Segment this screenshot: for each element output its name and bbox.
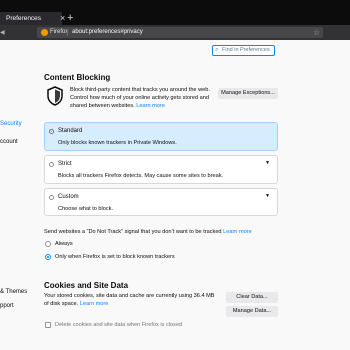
custom-subtitle: Choose what to block. xyxy=(58,206,114,212)
option-standard[interactable]: Standard Only blocks known trackers in P… xyxy=(44,122,278,151)
cookies-learn-more-link[interactable]: Learn more xyxy=(80,301,109,307)
dnt-always-radio[interactable] xyxy=(45,241,51,247)
sidebar-item-extensions-themes[interactable]: & Themes xyxy=(0,288,27,296)
dnt-always-label[interactable]: Always xyxy=(55,240,73,248)
dnt-prompt-text: Send websites a “Do Not Track” signal th… xyxy=(44,229,222,235)
chevron-down-icon[interactable]: ▼ xyxy=(265,160,270,167)
tab-title: Preferences xyxy=(6,15,42,22)
chevron-down-icon[interactable]: ▼ xyxy=(265,193,270,200)
sidebar-item-support[interactable]: pport xyxy=(0,302,14,310)
new-tab-button[interactable]: + xyxy=(67,13,73,24)
delete-on-close-checkbox[interactable] xyxy=(45,322,51,328)
option-strict[interactable]: Strict Blocks all trackers Firefox detec… xyxy=(44,155,278,184)
firefox-icon xyxy=(41,29,48,36)
strict-subtitle: Blocks all trackers Firefox detects. May… xyxy=(58,173,224,179)
shield-icon xyxy=(47,86,63,106)
manage-data-button[interactable]: Manage Data... xyxy=(226,306,278,317)
url-separator xyxy=(67,29,68,36)
dnt-known-trackers-radio[interactable] xyxy=(45,254,51,260)
standard-subtitle: Only blocks known trackers in Private Wi… xyxy=(58,140,177,146)
standard-title: Standard xyxy=(58,128,83,134)
url-text[interactable]: about:preferences#privacy xyxy=(72,28,143,37)
dnt-learn-more-link[interactable]: Learn more xyxy=(223,229,252,235)
content-blocking-learn-more-link[interactable]: Learn more xyxy=(136,103,165,109)
standard-radio[interactable] xyxy=(49,129,54,134)
custom-title: Custom xyxy=(58,194,79,200)
content-blocking-heading: Content Blocking xyxy=(44,73,111,82)
sidebar-item-sync-account[interactable]: ccount xyxy=(0,138,18,146)
search-icon: ⌕ xyxy=(215,47,219,53)
bookmark-star-icon[interactable]: ☆ xyxy=(313,27,320,38)
option-custom[interactable]: Custom Choose what to block. ▼ xyxy=(44,188,278,216)
strict-title: Strict xyxy=(58,161,72,167)
dnt-known-trackers-label[interactable]: Only when Firefox is set to block known … xyxy=(55,253,175,261)
cookies-heading: Cookies and Site Data xyxy=(44,281,129,290)
dnt-prompt: Send websites a “Do Not Track” signal th… xyxy=(44,228,252,236)
strict-radio[interactable] xyxy=(49,162,54,167)
back-arrow-icon[interactable]: ◀ xyxy=(0,30,5,36)
tab-close-icon[interactable]: × xyxy=(60,13,65,24)
content-blocking-description: Block third-party content that tracks yo… xyxy=(70,86,215,111)
delete-on-close-label[interactable]: Delete cookies and site data when Firefo… xyxy=(55,321,182,329)
manage-exceptions-button[interactable]: Manage Exceptions... xyxy=(218,88,278,99)
custom-radio[interactable] xyxy=(49,195,54,200)
cookies-usage: Your stored cookies, site data and cache… xyxy=(44,292,219,308)
identity-label: Firefox xyxy=(50,29,69,35)
clear-data-button[interactable]: Clear Data... xyxy=(226,292,278,303)
tab-preferences[interactable]: Preferences xyxy=(0,12,62,25)
cookies-usage-text: Your stored cookies, site data and cache… xyxy=(44,293,215,307)
sidebar-item-privacy-security[interactable]: Security xyxy=(0,120,22,128)
search-placeholder: Find in Preferences xyxy=(222,47,270,53)
